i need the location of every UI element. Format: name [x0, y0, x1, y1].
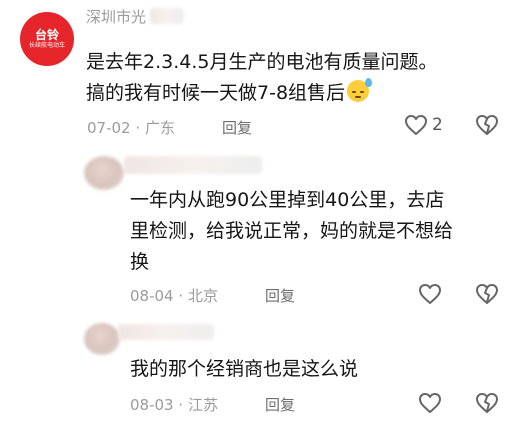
avatar[interactable] [84, 156, 124, 190]
heart-icon[interactable] [418, 392, 442, 414]
comment-location: 江苏 [187, 396, 218, 414]
heart-icon[interactable] [404, 114, 428, 136]
username[interactable]: 深圳市光 [86, 6, 146, 27]
comment-date: 07-02 [87, 119, 131, 137]
meta-separator: · [135, 119, 141, 137]
meta-separator: · [178, 396, 184, 414]
sweat-emoji-icon [347, 78, 373, 102]
comment-text-line: 换 [130, 251, 150, 273]
comment-text-line-with-emoji: 搞的我有时候一天做7-8组售后 [86, 78, 373, 108]
reply-button[interactable]: 回复 [265, 394, 295, 415]
meta-separator: · [178, 287, 184, 305]
blurred-username [118, 324, 214, 340]
dislike-heart-icon[interactable] [475, 114, 499, 136]
comment-meta: 07-02 · 广东 [87, 117, 175, 138]
comment-text-line: 一年内从跑90公里掉到40公里，去店 [130, 189, 445, 211]
comment-location: 北京 [187, 287, 218, 305]
comment-meta: 08-03 · 江苏 [130, 394, 218, 415]
comment-date: 08-04 [130, 287, 174, 305]
reply-button[interactable]: 回复 [222, 117, 252, 138]
comment-date: 08-03 [130, 396, 174, 414]
dislike-heart-icon[interactable] [475, 392, 499, 414]
comment-text-line: 里检测，给我说正常，妈的就是不想给 [130, 220, 454, 242]
avatar[interactable] [84, 323, 120, 355]
reply-button[interactable]: 回复 [265, 285, 295, 306]
avatar-brand-text: 台铃 [34, 27, 59, 42]
blurred-username [124, 156, 262, 174]
heart-icon[interactable] [418, 283, 442, 305]
blurred-username [150, 8, 184, 24]
comment-location: 广东 [144, 119, 175, 137]
dislike-heart-icon[interactable] [475, 283, 499, 305]
comment-text-line: 我的那个经销商也是这么说 [130, 358, 359, 380]
like-count: 2 [432, 115, 443, 135]
avatar-brand[interactable]: 台铃 长续航电动车 [20, 12, 74, 66]
avatar-brand-subtext: 长续航电动车 [28, 41, 65, 49]
comment-text-line: 是去年2.3.4.5月生产的电池有质量问题。 [86, 51, 438, 73]
comment-meta: 08-04 · 北京 [130, 285, 218, 306]
comment-text: 搞的我有时候一天做7-8组售后 [86, 82, 346, 104]
